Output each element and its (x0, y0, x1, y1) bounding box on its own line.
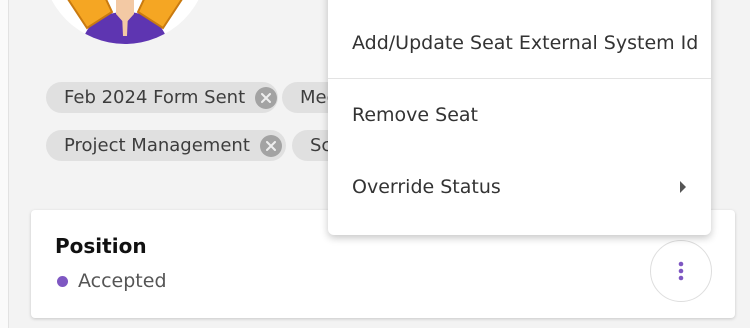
context-menu: Add/Update Seat External System Id Remov… (328, 0, 711, 235)
card-title: Position (55, 234, 147, 258)
chevron-right-icon (678, 176, 688, 203)
status-text: Accepted (78, 270, 167, 292)
more-vertical-icon (678, 261, 684, 281)
menu-item-remove-seat[interactable]: Remove Seat (328, 104, 711, 126)
menu-item-label: Remove Seat (352, 104, 478, 126)
menu-item-label: Override Status (352, 176, 501, 198)
avatar-illustration (47, 0, 203, 44)
tag-chip[interactable]: Project Management (46, 130, 286, 161)
menu-item-override-status[interactable]: Override Status (328, 176, 711, 198)
menu-item-add-update-external-id[interactable]: Add/Update Seat External System Id (328, 32, 711, 54)
status-row: Accepted (57, 270, 167, 292)
more-options-button[interactable] (650, 240, 712, 302)
left-panel-border (0, 0, 9, 328)
menu-divider (328, 78, 711, 79)
close-circle-icon[interactable] (259, 134, 282, 157)
menu-item-label: Add/Update Seat External System Id (352, 32, 699, 54)
close-circle-icon[interactable] (255, 86, 278, 109)
tag-label: Feb 2024 Form Sent (64, 87, 246, 108)
avatar (42, 0, 208, 44)
status-dot (57, 275, 68, 287)
tag-chip[interactable]: Feb 2024 Form Sent (46, 82, 278, 113)
tag-label: Project Management (64, 135, 250, 156)
